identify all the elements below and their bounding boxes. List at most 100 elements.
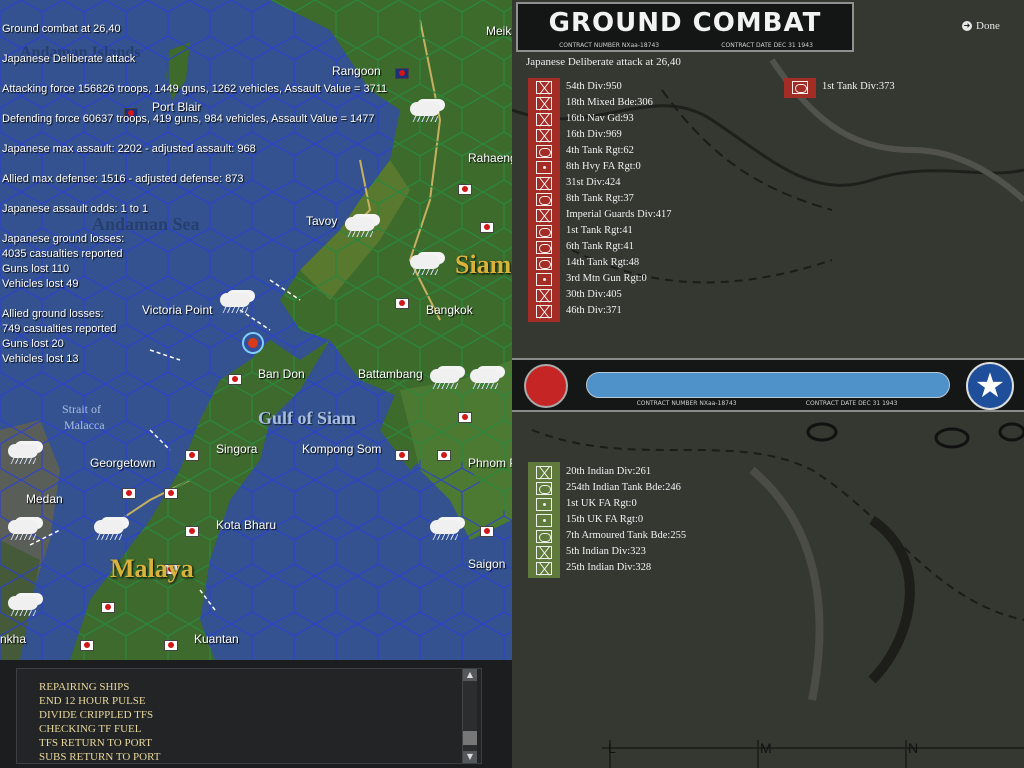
map-place-saigon[interactable]: Saigon	[468, 557, 505, 571]
scroll-thumb[interactable]	[463, 731, 477, 745]
map-region-strait-2: Malacca	[64, 418, 105, 432]
grid-letter-n: N	[908, 740, 919, 756]
map-place-rahaeng[interactable]: Rahaeng	[468, 151, 512, 165]
report-line: Allied max defense: 1516 - adjusted defe…	[2, 173, 244, 185]
armor-icon	[536, 193, 552, 206]
report-line: 749 casualties reported	[2, 323, 117, 335]
unit-row[interactable]: 1st Tank Rgt:41	[528, 224, 758, 240]
rain-cloud-icon	[470, 369, 500, 389]
map-place-battambang[interactable]: Battambang	[358, 367, 423, 381]
map-place-ban-don[interactable]: Ban Don	[258, 367, 305, 381]
japanese-flag-icon	[80, 640, 94, 651]
unit-row[interactable]: 16th Div:969	[528, 128, 758, 144]
rain-cloud-icon	[8, 596, 38, 616]
map-place-nkha[interactable]: nkha	[0, 632, 26, 646]
grid-letter-m: M	[760, 740, 772, 756]
unit-name: 254th Indian Tank Bde:246	[566, 482, 681, 493]
unit-row[interactable]: 16th Nav Gd:93	[528, 112, 758, 128]
map-place-medan[interactable]: Medan	[26, 492, 63, 506]
unit-name: 3rd Mtn Gun Rgt:0	[566, 273, 647, 284]
unit-row[interactable]: 54th Div:950	[528, 80, 758, 96]
japanese-flag-icon	[164, 640, 178, 651]
report-line: Japanese assault odds: 1 to 1	[2, 203, 149, 215]
grid-letter-l: L	[608, 740, 616, 756]
unit-row[interactable]: 8th Hvy FA Rgt:0	[528, 160, 758, 176]
armor-icon	[536, 145, 552, 158]
report-line: Attacking force 156826 troops, 1449 guns…	[2, 83, 388, 95]
white-star-icon: ★	[966, 362, 1014, 410]
report-line	[2, 217, 422, 232]
armor-icon	[536, 257, 552, 270]
map-place-singora[interactable]: Singora	[216, 442, 257, 456]
combat-odds-bar	[586, 372, 950, 398]
infantry-icon	[536, 546, 552, 559]
report-line: Allied ground losses:	[2, 308, 104, 320]
infantry-icon	[536, 113, 552, 126]
japanese-flag-icon	[458, 184, 472, 195]
scroll-down-icon[interactable]: ▼	[463, 751, 477, 763]
unit-row[interactable]: 30th Div:405	[528, 288, 758, 304]
unit-row[interactable]: 1st Tank Div:373	[784, 80, 1004, 96]
unit-name: 20th Indian Div:261	[566, 466, 652, 477]
map-place-kota-bharu[interactable]: Kota Bharu	[216, 518, 276, 532]
infantry-icon	[536, 305, 552, 318]
combat-divider: ★ CONTRACT NUMBER NXaa-18743 CONTRACT DA…	[512, 358, 1024, 412]
log-scrollbar[interactable]: ▲ ▼	[462, 669, 477, 763]
map-place-kuantan[interactable]: Kuantan	[194, 632, 239, 646]
log-line: DIVIDE CRIPPLED TFS	[39, 709, 154, 721]
armor-icon	[536, 241, 552, 254]
rain-cloud-icon	[8, 520, 38, 540]
unit-name: 14th Tank Rgt:48	[566, 257, 640, 268]
map-place-georgetown[interactable]: Georgetown	[90, 456, 155, 470]
unit-name: 46th Div:371	[566, 305, 622, 316]
contract-number: CONTRACT NUMBER NXaa-18743	[636, 400, 737, 407]
report-line	[2, 187, 422, 202]
unit-name: 4th Tank Rgt:62	[566, 145, 634, 156]
infantry-icon	[536, 97, 552, 110]
report-line	[2, 67, 422, 82]
unit-row[interactable]: 14th Tank Rgt:48	[528, 256, 758, 272]
japanese-flag-icon	[437, 450, 451, 461]
map-place-meik[interactable]: Meik	[486, 24, 511, 38]
armor-icon	[536, 225, 552, 238]
strategic-map[interactable]: Andaman Islands Andaman Sea Siam Gulf of…	[0, 0, 512, 660]
unit-row[interactable]: 4th Tank Rgt:62	[528, 144, 758, 160]
unit-name: 54th Div:950	[566, 81, 622, 92]
unit-row[interactable]: 254th Indian Tank Bde:246	[528, 481, 788, 497]
japanese-reserve-list: 1st Tank Div:373	[784, 80, 1004, 96]
map-place-bangkok[interactable]: Bangkok	[426, 303, 473, 317]
unit-row[interactable]: 8th Tank Rgt:37	[528, 192, 758, 208]
report-line	[2, 292, 422, 307]
banner-title: GROUND COMBAT	[548, 8, 822, 38]
unit-row[interactable]: 7th Armoured Tank Bde:255	[528, 529, 788, 545]
unit-row[interactable]: 46th Div:371	[528, 304, 758, 320]
map-place-phnom[interactable]: Phnom P	[468, 456, 512, 470]
unit-row[interactable]: 20th Indian Div:261	[528, 465, 788, 481]
unit-row[interactable]: 1st UK FA Rgt:0	[528, 497, 788, 513]
unit-name: 1st Tank Rgt:41	[566, 225, 633, 236]
unit-row[interactable]: 18th Mixed Bde:306	[528, 96, 758, 112]
unit-row[interactable]: 5th Indian Div:323	[528, 545, 788, 561]
unit-row[interactable]: 31st Div:424	[528, 176, 758, 192]
unit-row[interactable]: 25th Indian Div:328	[528, 561, 788, 577]
banner-contract: CONTRACT NUMBER NXaa-18743 CONTRACT DATE…	[528, 42, 844, 49]
report-line: Guns lost 110	[2, 263, 70, 275]
rain-cloud-icon	[94, 520, 124, 540]
unit-name: 1st UK FA Rgt:0	[566, 498, 637, 509]
unit-name: 6th Tank Rgt:41	[566, 241, 634, 252]
done-button[interactable]: ➜ Done	[962, 20, 1000, 32]
japanese-flag-icon	[228, 374, 242, 385]
japanese-flag-icon	[458, 412, 472, 423]
scroll-up-icon[interactable]: ▲	[463, 669, 477, 681]
log-line: END 12 HOUR PULSE	[39, 695, 146, 707]
allied-unit-list: 20th Indian Div:261 254th Indian Tank Bd…	[528, 465, 788, 577]
unit-row[interactable]: 15th UK FA Rgt:0	[528, 513, 788, 529]
contract-number: CONTRACT NUMBER NXaa-18743	[559, 42, 660, 49]
unit-row[interactable]: 6th Tank Rgt:41	[528, 240, 758, 256]
message-log-panel[interactable]: REPAIRING SHIPS END 12 HOUR PULSE DIVIDE…	[16, 668, 482, 764]
unit-row[interactable]: 3rd Mtn Gun Rgt:0	[528, 272, 758, 288]
report-line: Ground combat at 26,40	[2, 23, 121, 35]
map-place-kompong-som[interactable]: Kompong Som	[302, 442, 381, 456]
unit-name: Imperial Guards Div:417	[566, 209, 672, 220]
unit-row[interactable]: Imperial Guards Div:417	[528, 208, 758, 224]
